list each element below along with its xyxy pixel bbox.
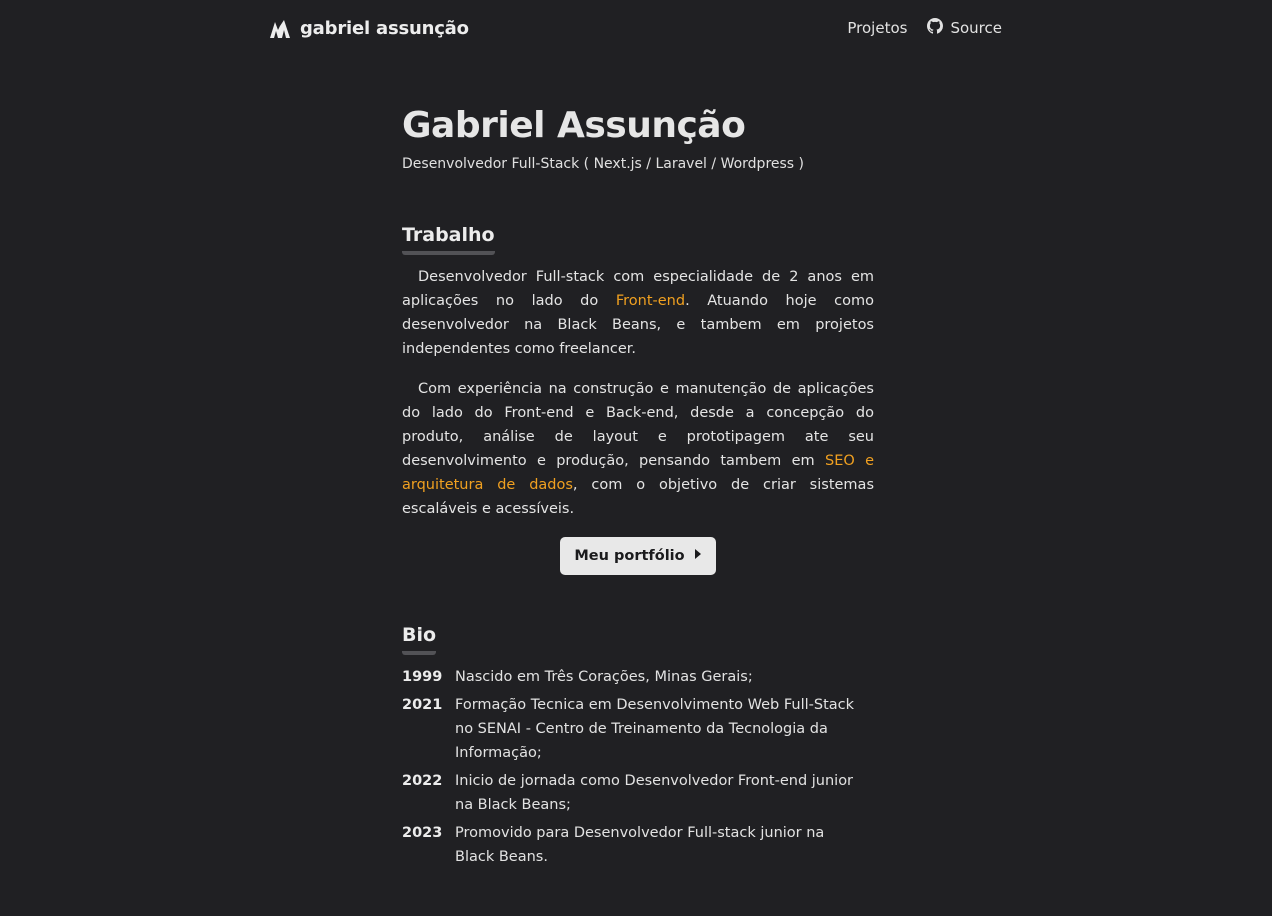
nav-links: Projetos Source	[847, 18, 1002, 38]
portfolio-button-wrap: Meu portfólio	[402, 537, 874, 575]
brand-link[interactable]: gabriel assunção	[266, 16, 469, 40]
bio-heading: Bio	[402, 623, 437, 655]
work-paragraph-2: Com experiência na construção e manutenç…	[402, 377, 874, 521]
nav-link-source[interactable]: Source	[927, 18, 1002, 38]
github-icon	[927, 18, 944, 38]
bio-year: 2022	[402, 773, 443, 789]
bio-text: Inicio de jornada como Desenvolvedor Fro…	[455, 773, 854, 813]
nav-link-projetos[interactable]: Projetos	[847, 19, 907, 37]
brand-name: gabriel assunção	[300, 17, 469, 39]
bio-item: 2022 Inicio de jornada como Desenvolvedo…	[402, 769, 874, 817]
bio-item: 1999 Nascido em Três Corações, Minas Ger…	[402, 665, 874, 689]
nav-link-source-label: Source	[950, 19, 1002, 37]
work-heading: Trabalho	[402, 223, 495, 255]
bio-year: 1999	[402, 669, 443, 685]
page-subtitle: Desenvolvedor Full-Stack ( Next.js / Lar…	[402, 156, 805, 172]
caret-right-icon	[694, 548, 702, 564]
bio-item: 2021 Formação Tecnica em Desenvolvimento…	[402, 693, 874, 765]
bio-year: 2023	[402, 825, 443, 841]
work-section: Trabalho Desenvolvedor Full-stack com es…	[402, 223, 874, 575]
bio-list: 1999 Nascido em Três Corações, Minas Ger…	[402, 665, 874, 869]
page-title: Gabriel Assunção	[402, 105, 746, 146]
nav-link-projetos-label: Projetos	[847, 19, 908, 37]
bio-text: Nascido em Três Corações, Minas Gerais;	[455, 669, 753, 685]
bio-item: 2023 Promovido para Desenvolvedor Full-s…	[402, 821, 874, 869]
bio-year: 2021	[402, 697, 443, 713]
portfolio-button-label: Meu portfólio	[574, 548, 685, 564]
frontend-link[interactable]: Front-end	[616, 293, 685, 309]
portfolio-button[interactable]: Meu portfólio	[560, 537, 716, 575]
work-p2-before: Com experiência na construção e manutenç…	[402, 381, 874, 469]
bio-section: Bio 1999 Nascido em Três Corações, Minas…	[402, 623, 874, 869]
work-paragraph-1: Desenvolvedor Full-stack com especialida…	[402, 265, 874, 361]
bio-text: Formação Tecnica em Desenvolvimento Web …	[455, 697, 855, 761]
top-navbar: gabriel assunção Projetos Source	[0, 0, 1272, 58]
bio-text: Promovido para Desenvolvedor Full-stack …	[455, 825, 825, 865]
logo-icon	[266, 16, 292, 40]
main-content: Gabriel Assunção Desenvolvedor Full-Stac…	[402, 100, 874, 873]
